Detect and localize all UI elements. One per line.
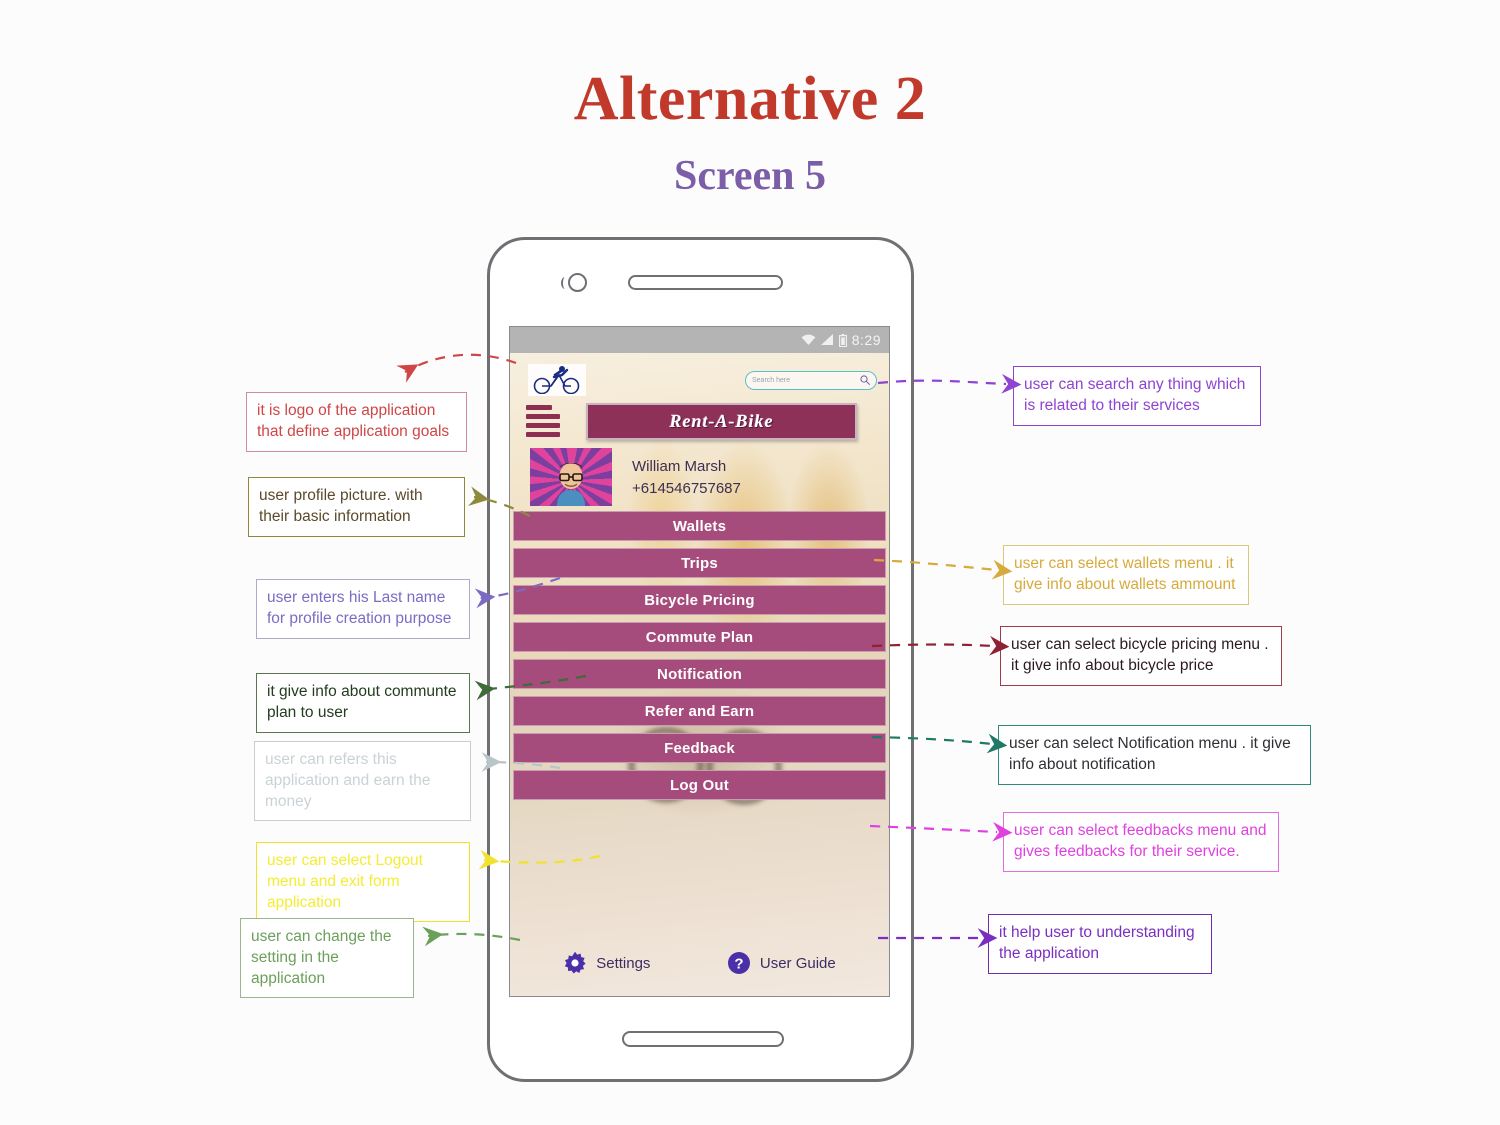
app-content: Search here Rent-A-Bike William Marsh +6… (510, 353, 889, 996)
profile-row: William Marsh +614546757687 (510, 439, 889, 507)
annotation-lastname: user enters his Last name for profile cr… (256, 579, 470, 639)
profile-name: William Marsh (632, 457, 727, 475)
user-guide-label: User Guide (759, 954, 836, 972)
search-icon[interactable] (860, 375, 870, 385)
annotation-logout: user can select Logout menu and exit for… (256, 842, 470, 923)
page-title: Alternative 2 (573, 65, 927, 133)
annotation-logo: it is logo of the application that defin… (246, 392, 467, 452)
avatar[interactable] (530, 448, 612, 506)
svg-text:?: ? (734, 956, 743, 973)
user-guide-button[interactable]: ? User Guide (727, 951, 836, 975)
page-subtitle: Screen 5 (673, 153, 827, 199)
profile-info: William Marsh +614546757687 (632, 458, 741, 497)
menu-item-commute-plan[interactable]: Commute Plan (513, 622, 886, 652)
profile-phone: +614546757687 (632, 479, 741, 497)
app-header: Search here (510, 353, 889, 397)
settings-label: Settings (596, 954, 651, 972)
wifi-icon (801, 334, 816, 345)
main-menu-list: Wallets Trips Bicycle Pricing Commute Pl… (510, 511, 889, 800)
bottom-bar: Settings ? User Guide (513, 936, 886, 990)
annotation-commute-plan: it give info about communte plan to user (256, 673, 470, 733)
hamburger-menu-icon[interactable] (526, 405, 562, 437)
annotation-search: user can search any thing which is relat… (1013, 366, 1261, 426)
menu-item-wallets[interactable]: Wallets (513, 511, 886, 541)
search-placeholder: Search here (752, 376, 791, 384)
bicycle-logo-icon (528, 364, 586, 396)
annotation-notification: user can select Notification menu . it g… (998, 725, 1311, 785)
phone-screen: 8:29 Search here Rent-A-Bike William Mar… (509, 326, 890, 997)
status-bar: 8:29 (510, 327, 889, 353)
annotation-wallets: user can select wallets menu . it give i… (1003, 545, 1249, 605)
annotation-refer-earn: user can refers this application and ear… (254, 741, 471, 822)
status-time: 8:29 (851, 332, 881, 348)
bottom-speaker-bar (622, 1031, 784, 1047)
brand-title: Rent-A-Bike (669, 410, 774, 431)
settings-button[interactable]: Settings (563, 951, 650, 975)
brand-row: Rent-A-Bike (510, 397, 889, 440)
earpiece-speaker (628, 275, 783, 290)
front-camera-icon (561, 273, 587, 292)
menu-item-refer-and-earn[interactable]: Refer and Earn (513, 696, 886, 726)
menu-item-feedback[interactable]: Feedback (513, 733, 886, 763)
phone-mockup: 8:29 Search here Rent-A-Bike William Mar… (487, 237, 914, 1082)
annotation-settings: user can change the setting in the appli… (240, 918, 414, 999)
search-input[interactable]: Search here (745, 370, 877, 390)
annotation-profile: user profile picture. with their basic i… (248, 477, 465, 537)
question-circle-icon: ? (727, 952, 750, 974)
menu-item-log-out[interactable]: Log Out (513, 770, 886, 800)
menu-item-trips[interactable]: Trips (513, 548, 886, 578)
menu-item-notification[interactable]: Notification (513, 659, 886, 689)
gear-icon (565, 951, 586, 974)
annotation-bicycle-price: user can select bicycle pricing menu . i… (1000, 626, 1282, 686)
annotation-feedback: user can select feedbacks menu and gives… (1003, 812, 1279, 872)
avatar-face (557, 463, 585, 506)
menu-item-bicycle-pricing[interactable]: Bicycle Pricing (513, 585, 886, 615)
battery-icon (838, 333, 847, 347)
annotation-user-guide: it help user to understanding the applic… (988, 914, 1212, 974)
signal-icon (820, 334, 833, 345)
brand-banner: Rent-A-Bike (586, 402, 857, 440)
